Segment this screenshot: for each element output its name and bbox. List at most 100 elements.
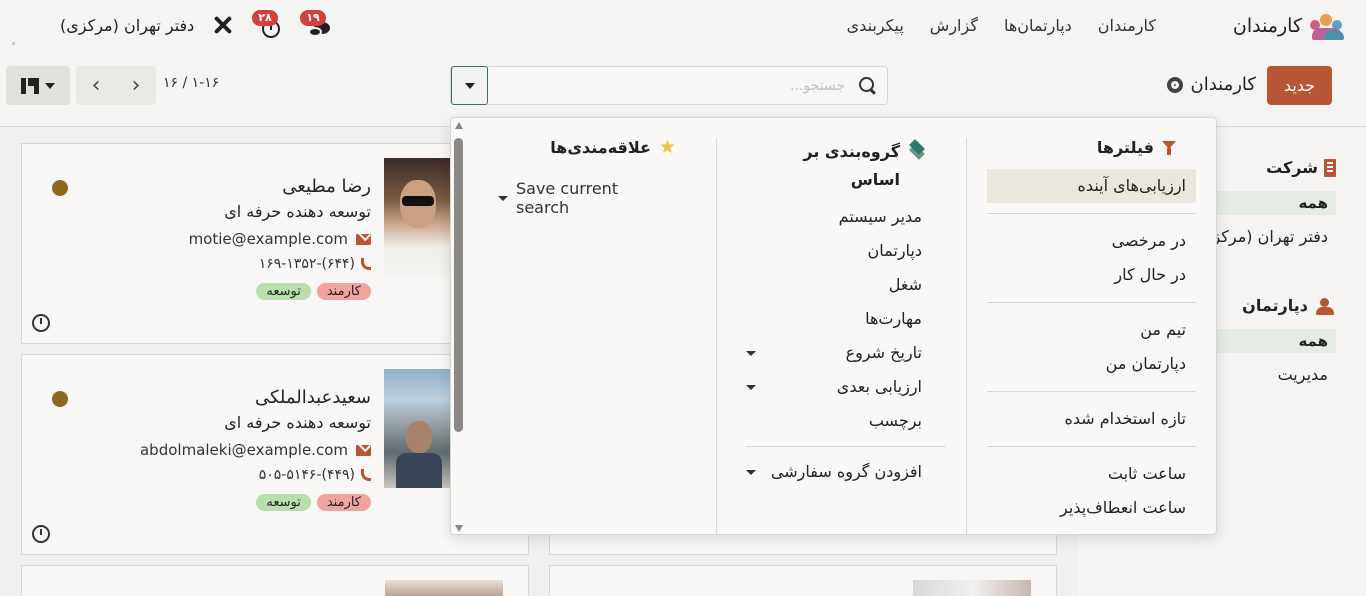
employee-card[interactable]: [21, 565, 529, 596]
presence-status-icon: [52, 391, 68, 407]
gear-icon[interactable]: [1166, 76, 1183, 93]
envelope-icon: [356, 444, 371, 456]
caret-down-icon: [746, 469, 756, 475]
divider-dot: [12, 42, 15, 45]
app-name[interactable]: کارمندان: [1233, 15, 1302, 37]
page-title: کارمندان: [1190, 74, 1257, 95]
divider: [987, 391, 1196, 392]
employee-email: abdolmaleki@example.com: [140, 441, 371, 459]
scroll-up-icon[interactable]: [455, 122, 463, 129]
filter-fixed-hours[interactable]: ساعت ثابت: [987, 457, 1196, 491]
filter-on-leave[interactable]: در مرخصی: [987, 224, 1196, 258]
menu-reporting[interactable]: گزارش: [930, 16, 978, 35]
employee-photo: [384, 369, 450, 488]
users-icon: [1314, 297, 1336, 315]
tag: کارمند: [316, 494, 371, 511]
caret-down-icon: [45, 82, 55, 89]
new-button[interactable]: جدید: [1267, 66, 1332, 105]
groupby-label: مدیر سیستم: [838, 207, 922, 226]
funnel-icon: [1162, 141, 1176, 155]
add-custom-group-label: افزودن گروه سفارشی: [770, 462, 922, 481]
groupby-start-date[interactable]: تاریخ شروع: [746, 336, 922, 370]
search-input[interactable]: [491, 67, 851, 104]
employee-job: توسعه دهنده حرفه ای: [224, 202, 371, 221]
search-bar: [450, 66, 888, 105]
groupby-label: شغل: [888, 275, 922, 294]
activity-badge: ۲۸: [252, 10, 278, 26]
menu-employees[interactable]: کارمندان: [1098, 16, 1156, 35]
control-panel: جدید کارمندان ۱-۱۶ / ۱۶ ‹ ›: [0, 52, 1366, 127]
groupby-tag[interactable]: برچسب: [746, 404, 922, 438]
employee-tags: کارمند توسعه: [256, 283, 371, 300]
filter-newly-hired[interactable]: تازه استخدام شده: [987, 402, 1196, 436]
pager-buttons: ‹ ›: [76, 66, 156, 105]
groupby-label: برچسب: [868, 411, 922, 430]
main-menu: کارمندان دپارتمان‌ها گزارش پیکربندی: [847, 16, 1156, 35]
filter-my-team[interactable]: تیم من: [987, 313, 1196, 347]
employee-phone-text: (۴۴۹)-۵۰۵-۵۱۴۶: [258, 467, 355, 483]
filter-upcoming-appraisals[interactable]: ارزیابی‌های آینده: [987, 169, 1196, 203]
filters-header: فیلترها: [987, 138, 1196, 157]
clock-icon[interactable]: [32, 314, 50, 332]
employee-tags: کارمند توسعه: [256, 494, 371, 511]
dropdown-scrollbar[interactable]: [454, 122, 464, 532]
pager-value[interactable]: ۱-۱۶ / ۱۶: [163, 75, 219, 91]
star-icon: ★: [658, 136, 676, 158]
company-filter-title: شرکت: [1266, 158, 1318, 177]
employee-email-text: abdolmaleki@example.com: [139, 441, 348, 459]
view-switcher[interactable]: [6, 66, 70, 105]
add-custom-group[interactable]: افزودن گروه سفارشی: [746, 455, 946, 489]
kanban-icon: [21, 77, 39, 94]
presence-status-icon: [52, 180, 68, 196]
employee-email-text: motie@example.com: [188, 230, 348, 248]
groupby-label: ارزیابی بعدی: [836, 377, 922, 396]
tag: توسعه: [256, 283, 311, 300]
groupby-label: دپارتمان: [867, 241, 922, 260]
groupby-job[interactable]: شغل: [746, 268, 922, 302]
search-panel-dropdown: فیلترها ارزیابی‌های آینده در مرخصی در حا…: [450, 117, 1217, 535]
company-switcher[interactable]: دفتر تهران (مرکزی): [60, 16, 194, 35]
save-current-search-label: Save current search: [516, 179, 619, 217]
top-navbar: کارمندان کارمندان دپارتمان‌ها گزارش پیکر…: [0, 0, 1366, 52]
filter-flexible-hours[interactable]: ساعت انعطاف‌پذیر: [987, 491, 1196, 525]
divider: [966, 138, 967, 534]
employee-name: سعیدعبدالملکی: [254, 387, 371, 408]
caret-down-icon: [746, 350, 756, 356]
divider: [746, 446, 946, 447]
filter-working[interactable]: در حال کار: [987, 258, 1196, 292]
clock-icon[interactable]: [32, 525, 50, 543]
filter-my-department[interactable]: دپارتمان من: [987, 347, 1196, 381]
scroll-thumb[interactable]: [454, 138, 463, 432]
groupby-next-appraisal[interactable]: ارزیابی بعدی: [746, 370, 922, 404]
groupby-column: گروه‌بندی بر اساس مدیر سیستم دپارتمان شغ…: [746, 138, 946, 489]
pager-next-button[interactable]: ›: [116, 66, 156, 105]
menu-departments[interactable]: دپارتمان‌ها: [1004, 16, 1072, 35]
pager-previous-button[interactable]: ‹: [76, 66, 116, 105]
groupby-department[interactable]: دپارتمان: [746, 234, 922, 268]
favorites-header: ★ علاقه‌مندی‌ها: [498, 136, 698, 158]
save-current-search[interactable]: Save current search: [498, 179, 698, 217]
groupby-skills[interactable]: مهارت‌ها: [746, 302, 922, 336]
scroll-down-icon[interactable]: [455, 525, 463, 532]
menu-configuration[interactable]: پیکربندی: [847, 16, 904, 35]
activity-button[interactable]: ۲۸: [252, 10, 282, 40]
employee-phone: (۶۴۴)-۱۶۹-۱۳۵۲: [259, 256, 371, 272]
employee-job: توسعه دهنده حرفه ای: [224, 413, 371, 432]
groupby-manager[interactable]: مدیر سیستم: [746, 200, 922, 234]
caret-down-icon: [746, 384, 756, 390]
employee-card[interactable]: [549, 565, 1057, 596]
messages-button[interactable]: ۱۹: [300, 10, 331, 40]
groupby-header: گروه‌بندی بر اساس: [746, 138, 946, 194]
employee-phone-text: (۶۴۴)-۱۶۹-۱۳۵۲: [258, 256, 355, 272]
search-icon[interactable]: [859, 77, 875, 93]
tag: توسعه: [256, 494, 311, 511]
divider: [716, 138, 717, 534]
app-brand[interactable]: کارمندان: [1233, 12, 1344, 40]
filters-column: فیلترها ارزیابی‌های آینده در مرخصی در حا…: [987, 138, 1196, 525]
employees-app-icon: [1310, 12, 1344, 40]
tools-icon[interactable]: [212, 14, 234, 36]
search-options-toggle[interactable]: [451, 66, 488, 105]
filters-title: فیلترها: [1096, 138, 1154, 157]
layers-icon: [908, 139, 926, 160]
divider: [987, 213, 1196, 214]
